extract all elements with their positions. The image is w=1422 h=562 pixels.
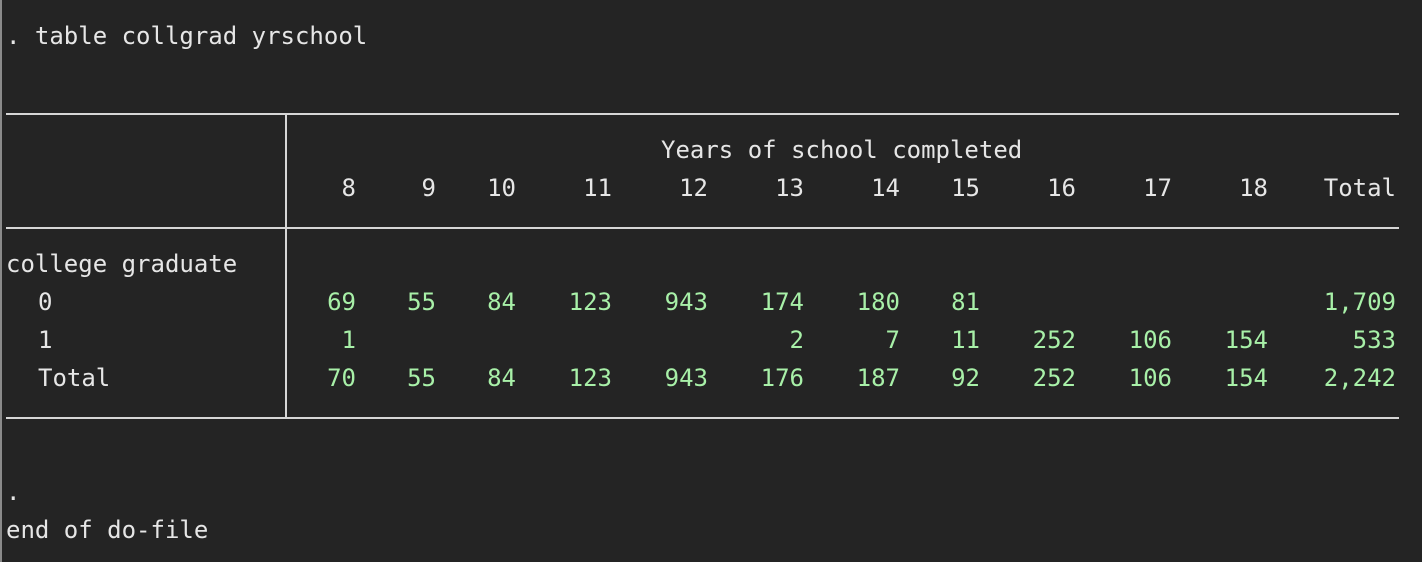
table-cell <box>1072 288 1172 316</box>
table-cell: 84 <box>487 288 516 316</box>
column-variable-label: Years of school completed <box>661 136 1023 164</box>
row-label: Total <box>38 364 111 392</box>
table-cell: 176 <box>760 364 804 392</box>
table-cell: 81 <box>951 288 980 316</box>
table-cell <box>976 288 1076 316</box>
table-cell: 2,242 <box>1323 364 1396 392</box>
column-header: 11 <box>583 174 612 202</box>
table-cell: 106 <box>1128 364 1172 392</box>
column-header: Total <box>1323 174 1396 202</box>
column-header: 18 <box>1239 174 1268 202</box>
column-header: 16 <box>1047 174 1076 202</box>
table-cell <box>512 326 612 354</box>
command-line: . table collgrad yrschool <box>6 22 368 50</box>
table-cell: 943 <box>664 288 708 316</box>
row-label: 1 <box>38 326 53 354</box>
table-cell <box>416 326 516 354</box>
table-cell: 174 <box>760 288 804 316</box>
table-cell: 11 <box>951 326 980 354</box>
table-cell: 943 <box>664 364 708 392</box>
table-cell: 106 <box>1128 326 1172 354</box>
row-label: 0 <box>38 288 53 316</box>
window-left-edge <box>0 0 2 562</box>
column-header: 13 <box>775 174 804 202</box>
table-cell <box>1168 288 1268 316</box>
table-cell: 533 <box>1352 326 1396 354</box>
column-header: 15 <box>951 174 980 202</box>
table-cell: 252 <box>1032 326 1076 354</box>
column-header: 10 <box>487 174 516 202</box>
table-cell: 92 <box>951 364 980 392</box>
end-of-do-file-message: end of do-file <box>6 516 209 544</box>
column-header: 12 <box>679 174 708 202</box>
table-cell <box>608 326 708 354</box>
table-cell: 84 <box>487 364 516 392</box>
table-cell: 154 <box>1224 364 1268 392</box>
table-cell: 252 <box>1032 364 1076 392</box>
header-separator-rule <box>6 227 1399 229</box>
table-bottom-rule <box>6 417 1399 419</box>
row-variable-label: college graduate <box>6 250 238 278</box>
prompt-dot: . <box>6 478 21 506</box>
table-cell: 2 <box>789 326 804 354</box>
table-cell: 123 <box>568 288 612 316</box>
table-cell: 123 <box>568 364 612 392</box>
column-header: 17 <box>1143 174 1172 202</box>
table-cell: 154 <box>1224 326 1268 354</box>
table-cell: 1,709 <box>1323 288 1396 316</box>
table-top-rule <box>6 113 1399 115</box>
